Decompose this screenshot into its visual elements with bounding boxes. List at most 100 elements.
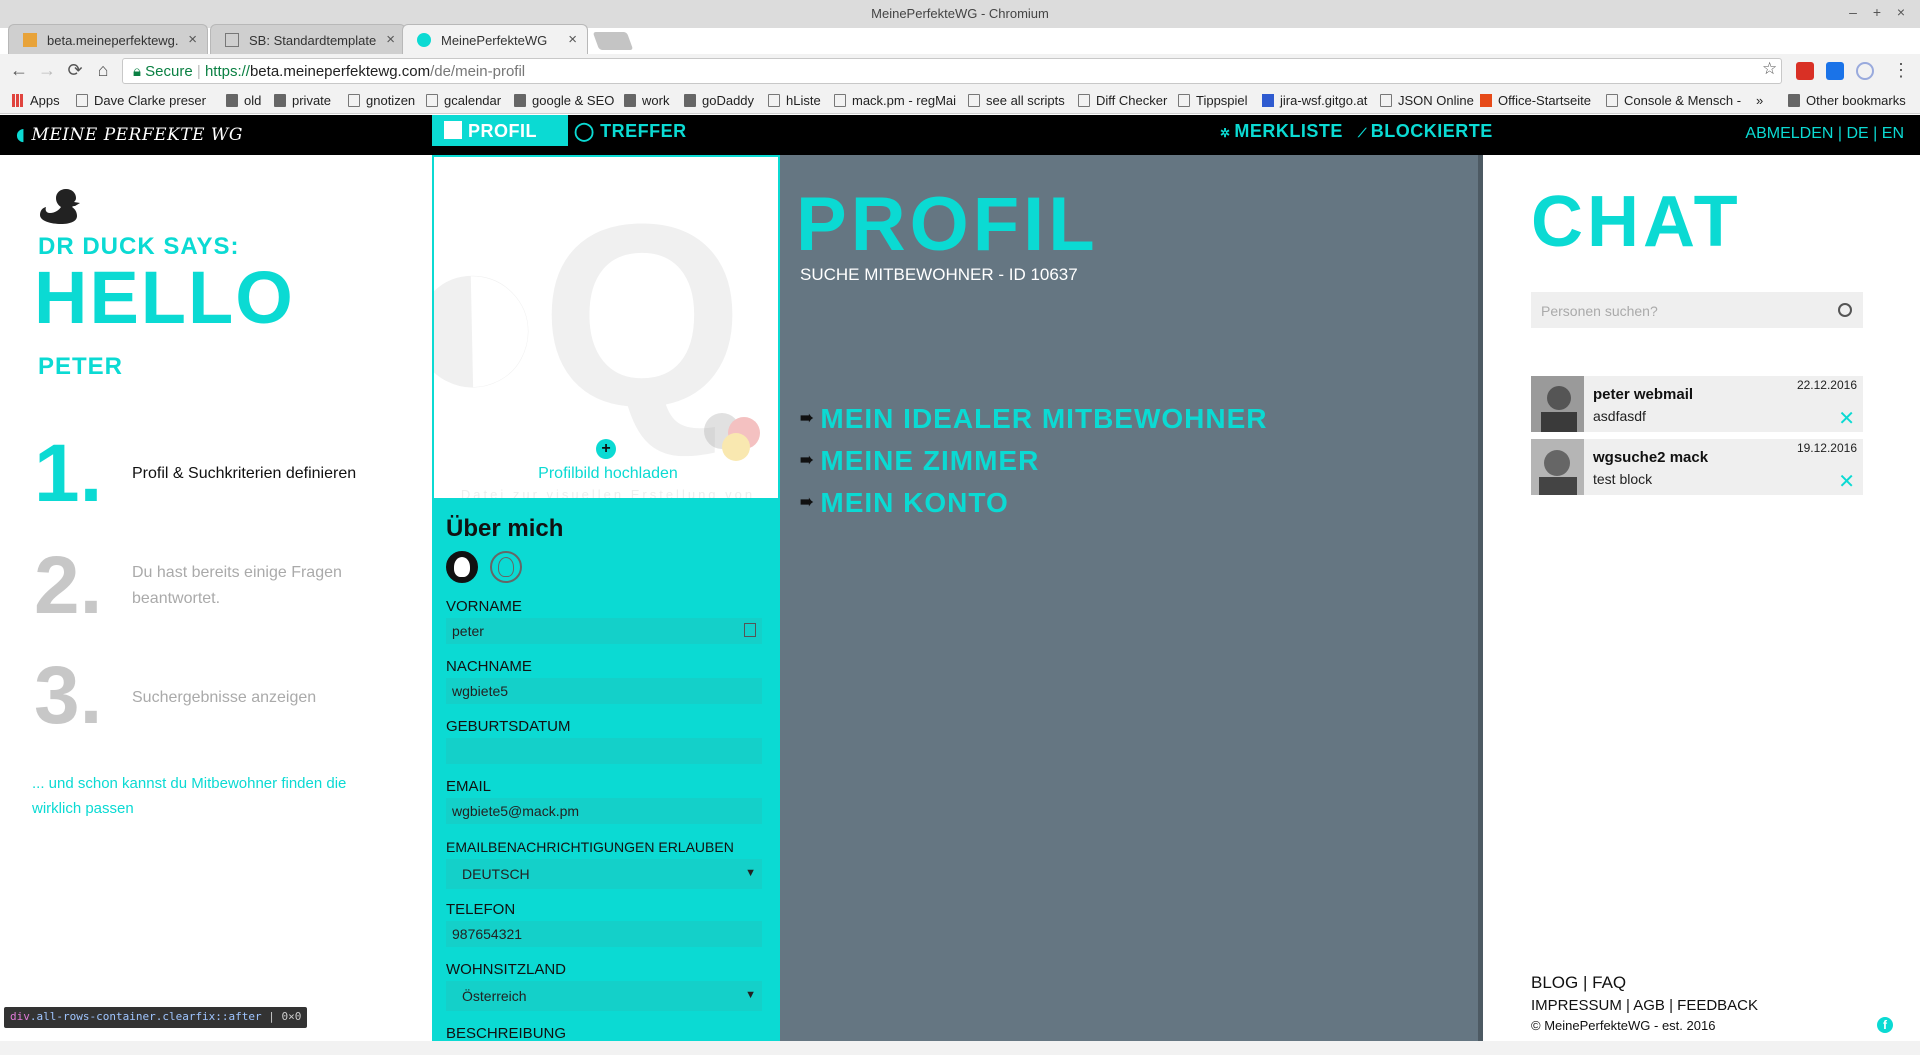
other-bookmarks[interactable]: Other bookmarks (1788, 93, 1906, 108)
site-logo[interactable]: ◖ MEINE PERFEKTE WG (16, 125, 243, 145)
link-my-account[interactable]: ➠ MEIN KONTO (800, 487, 1009, 519)
lang-en-link[interactable]: EN (1882, 125, 1904, 142)
forward-button[interactable]: → (36, 60, 58, 81)
browser-menu-icon[interactable]: ⋮ (1890, 60, 1912, 81)
nav-blockierte[interactable]: ⟋ BLOCKIERTE (1346, 115, 1505, 146)
nachname-field[interactable]: wgbiete5 (446, 678, 762, 704)
chat-conversation[interactable]: peter webmail asdfasdf 22.12.2016 ✕ (1531, 376, 1863, 432)
folder-icon (274, 94, 286, 107)
chat-search-input[interactable]: Personen suchen? (1531, 292, 1863, 328)
geburtsdatum-label: GEBURTSDATUM (446, 718, 571, 735)
bookmark-folder[interactable]: goDaddy (684, 93, 754, 108)
bookmark-folder[interactable]: old (226, 93, 261, 108)
bookmark-item[interactable]: JSON Online (1380, 93, 1474, 108)
bookmark-star-icon[interactable]: ☆ (1762, 59, 1777, 79)
bookmark-item[interactable]: gcalendar (426, 93, 501, 108)
telefon-field[interactable]: 987654321 (446, 921, 762, 947)
bookmark-apps[interactable]: Apps (12, 93, 60, 108)
bookmark-item[interactable]: gnotizen (348, 93, 415, 108)
extension-icon[interactable] (1856, 62, 1874, 80)
panel-scrollbar[interactable] (1478, 155, 1483, 1041)
rubber-duck-icon (38, 187, 82, 235)
bookmark-folder[interactable]: private (274, 93, 331, 108)
bookmark-item[interactable]: Tippspiel (1178, 93, 1248, 108)
gender-female-toggle[interactable] (446, 551, 478, 583)
address-bar[interactable]: 🔒︎ Secure | https://beta.meineperfektewg… (122, 58, 1782, 84)
tab-close-icon[interactable]: × (568, 31, 577, 48)
step-number: 1. (34, 428, 103, 519)
close-icon[interactable]: ✕ (1838, 469, 1855, 494)
new-tab-button[interactable] (592, 32, 634, 50)
logout-link[interactable]: ABMELDEN (1745, 125, 1833, 142)
page-icon (1380, 94, 1392, 107)
blog-link[interactable]: BLOG (1531, 973, 1578, 992)
tab-title: SB: Standardtemplate (249, 33, 377, 48)
bookmark-item[interactable]: Diff Checker (1078, 93, 1167, 108)
link-my-rooms[interactable]: ➠ MEINE ZIMMER (800, 445, 1039, 477)
folder-icon (624, 94, 636, 107)
bookmark-folder[interactable]: google & SEO (514, 93, 614, 108)
profile-form: ◐Q + Profilbild hochladen Datei zur visu… (432, 155, 780, 1041)
agb-link[interactable]: AGB (1633, 997, 1665, 1014)
bookmark-item[interactable]: Console & Mensch - (1606, 93, 1756, 108)
close-window-button[interactable]: × (1892, 4, 1910, 20)
male-avatar-icon (498, 557, 514, 577)
vorname-label: VORNAME (446, 598, 522, 615)
bookmarks-overflow-button[interactable]: » (1756, 93, 1763, 108)
nav-treffer[interactable]: ◯ TREFFER (562, 115, 699, 146)
facebook-icon[interactable]: f (1877, 1017, 1893, 1033)
faq-link[interactable]: FAQ (1592, 973, 1626, 992)
home-button[interactable]: ⌂ (92, 60, 114, 81)
window-bottom-edge (0, 1041, 1920, 1055)
chat-conversation[interactable]: wgsuche2 mack test block 19.12.2016 ✕ (1531, 439, 1863, 495)
step-text[interactable]: Profil & Suchkriterien definieren (132, 461, 362, 487)
secure-label: Secure (145, 63, 193, 80)
reload-button[interactable]: ⟳ (64, 60, 86, 81)
folder-icon (684, 94, 696, 107)
browser-tab-active[interactable]: MeinePerfekteWG × (402, 24, 588, 54)
bookmark-item[interactable]: see all scripts (968, 93, 1065, 108)
bookmark-item[interactable]: Dave Clarke present (76, 93, 206, 108)
close-icon[interactable]: ✕ (1838, 406, 1855, 431)
tab-strip: beta.meineperfektewg. × SB: Standardtemp… (0, 22, 1920, 54)
link-ideal-roommate[interactable]: ➠ MEIN IDEALER MITBEWOHNER (800, 403, 1268, 435)
bookmark-item[interactable]: jira-wsf.gitgo.at (1262, 93, 1367, 108)
impressum-link[interactable]: IMPRESSUM (1531, 997, 1622, 1014)
step-text[interactable]: Suchergebnisse anzeigen (132, 685, 362, 711)
bookmark-item[interactable]: Office-Startseite (1480, 93, 1591, 108)
browser-tab[interactable]: SB: Standardtemplate × (210, 24, 406, 54)
profile-photo-upload[interactable]: ◐Q + Profilbild hochladen Datei zur visu… (432, 155, 780, 500)
extension-icon[interactable] (1796, 62, 1814, 80)
maximize-button[interactable]: + (1868, 4, 1886, 20)
folder-icon (514, 94, 526, 107)
browser-tab[interactable]: beta.meineperfektewg. × (8, 24, 208, 54)
bookmark-folder[interactable]: work (624, 93, 669, 108)
tab-close-icon[interactable]: × (188, 31, 197, 48)
step-text[interactable]: Du hast bereits einige Fragen beantworte… (132, 560, 362, 612)
notifications-select[interactable]: DEUTSCH ▼ (446, 859, 762, 889)
folder-icon (1788, 94, 1800, 107)
nav-merkliste[interactable]: ✲ MERKLISTE (1208, 115, 1355, 146)
wohnsitzland-select[interactable]: Österreich ▼ (446, 981, 762, 1011)
upload-photo-label[interactable]: Profilbild hochladen (434, 465, 778, 483)
page-icon (348, 94, 360, 107)
tab-close-icon[interactable]: × (386, 31, 395, 48)
back-button[interactable]: ← (8, 60, 30, 81)
finder-link[interactable]: ... und schon kannst du Mitbewohner find… (32, 771, 372, 821)
vorname-field[interactable]: peter (446, 618, 762, 644)
nav-profil[interactable]: PROFIL (432, 115, 568, 146)
geburtsdatum-field[interactable] (446, 738, 762, 764)
page-favicon-icon (225, 33, 239, 47)
bookmarks-bar: Apps Dave Clarke present old private gno… (0, 88, 1920, 114)
search-icon[interactable] (1838, 303, 1852, 317)
minimize-button[interactable]: – (1844, 4, 1862, 20)
bookmark-item[interactable]: mack.pm - regMai (834, 93, 956, 108)
email-field[interactable]: wgbiete5@mack.pm (446, 798, 762, 824)
feedback-link[interactable]: FEEDBACK (1677, 997, 1758, 1014)
bookmark-item[interactable]: hListe (768, 93, 821, 108)
gender-male-toggle[interactable] (490, 551, 522, 583)
page-icon (1606, 94, 1618, 107)
extension-icon[interactable] (1826, 62, 1844, 80)
upload-plus-icon[interactable]: + (596, 439, 616, 459)
lang-de-link[interactable]: DE (1846, 125, 1868, 142)
